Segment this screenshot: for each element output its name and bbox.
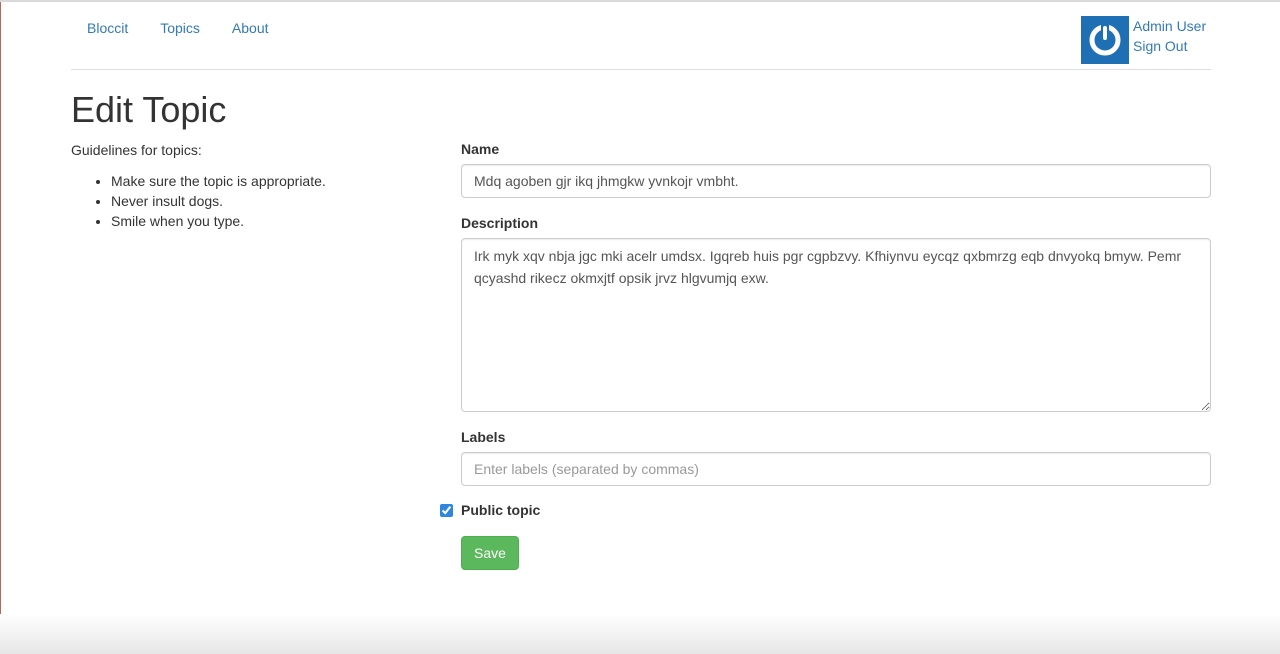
power-icon — [1089, 24, 1121, 56]
window-bottom-shadow — [0, 614, 1280, 654]
window-edge — [0, 0, 1, 654]
guidelines-heading: Guidelines for topics: — [71, 142, 202, 158]
guideline-item: Smile when you type. — [111, 211, 431, 231]
description-label: Description — [461, 215, 539, 231]
public-topic-checkbox[interactable] — [440, 503, 453, 517]
nav-link-topics[interactable]: Topics — [144, 19, 216, 37]
guidelines: Guidelines for topics: Make sure the top… — [71, 141, 431, 231]
labels-group: Labels — [461, 428, 1211, 486]
name-label: Name — [461, 141, 500, 157]
labels-input[interactable] — [461, 452, 1211, 486]
description-textarea[interactable]: Irk myk xqv nbja jgc mki acelr umdsx. Ig… — [461, 238, 1211, 412]
nav-link-about[interactable]: About — [216, 19, 285, 37]
user-name-link[interactable]: Admin User — [1133, 16, 1211, 36]
guideline-item: Make sure the topic is appropriate. — [111, 171, 431, 191]
public-topic-row: Public topic — [440, 502, 540, 518]
labels-label: Labels — [461, 429, 506, 445]
nav-link-bloccit[interactable]: Bloccit — [71, 19, 144, 37]
description-group: Description Irk myk xqv nbja jgc mki ace… — [461, 214, 1211, 415]
page-container: Bloccit Topics About Admin User Sign Out… — [71, 0, 1211, 570]
guideline-item: Never insult dogs. — [111, 191, 431, 211]
public-topic-label[interactable]: Public topic — [461, 502, 540, 518]
name-input[interactable] — [461, 164, 1211, 198]
avatar[interactable] — [1081, 16, 1129, 64]
navbar: Bloccit Topics About Admin User Sign Out — [71, 0, 1211, 70]
save-button[interactable]: Save — [461, 536, 519, 570]
page-title: Edit Topic — [71, 89, 227, 130]
nav-links: Bloccit Topics About — [71, 19, 285, 37]
name-group: Name — [461, 140, 1211, 198]
user-area: Admin User Sign Out — [1081, 16, 1211, 64]
user-links: Admin User Sign Out — [1133, 16, 1211, 56]
sign-out-link[interactable]: Sign Out — [1133, 36, 1211, 56]
guidelines-list: Make sure the topic is appropriate. Neve… — [71, 171, 431, 231]
